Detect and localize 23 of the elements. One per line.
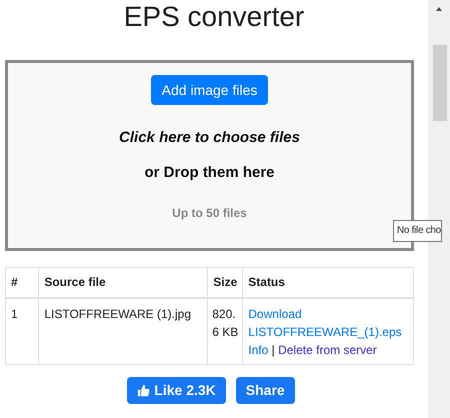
table-cell: 1 bbox=[6, 298, 39, 364]
page-title: EPS converter bbox=[122, 3, 306, 31]
share-button[interactable]: Share bbox=[236, 376, 295, 404]
link-separator: | bbox=[272, 342, 275, 356]
add-files-button[interactable]: Add image files bbox=[150, 75, 268, 105]
column-header: Size bbox=[208, 268, 243, 298]
status-link[interactable]: Info bbox=[248, 342, 268, 356]
column-header: Status bbox=[242, 268, 414, 298]
choose-files-prompt: Click here to choose files bbox=[119, 128, 300, 148]
thumbs-up-icon bbox=[137, 384, 150, 396]
table-cell: 820. 6 KB bbox=[208, 298, 243, 364]
scrollbar[interactable] bbox=[428, 0, 450, 418]
file-limit-text: Up to 50 files bbox=[172, 205, 247, 222]
table-cell: LISTOFFREEWARE (1).jpg bbox=[38, 298, 208, 364]
download-link[interactable]: Download LISTOFFREEWARE_(1).eps bbox=[248, 304, 408, 340]
column-header: # bbox=[6, 268, 39, 298]
tooltip: No file cho bbox=[393, 220, 442, 242]
like-button[interactable]: Like 2.3K bbox=[127, 376, 226, 404]
column-header: Source file bbox=[38, 268, 208, 298]
scrollbar-thumb[interactable] bbox=[433, 45, 447, 121]
status-link[interactable]: Delete from server bbox=[278, 342, 377, 356]
drop-hint: or Drop them here bbox=[144, 162, 275, 182]
scroll-up-icon[interactable] bbox=[436, 7, 442, 11]
